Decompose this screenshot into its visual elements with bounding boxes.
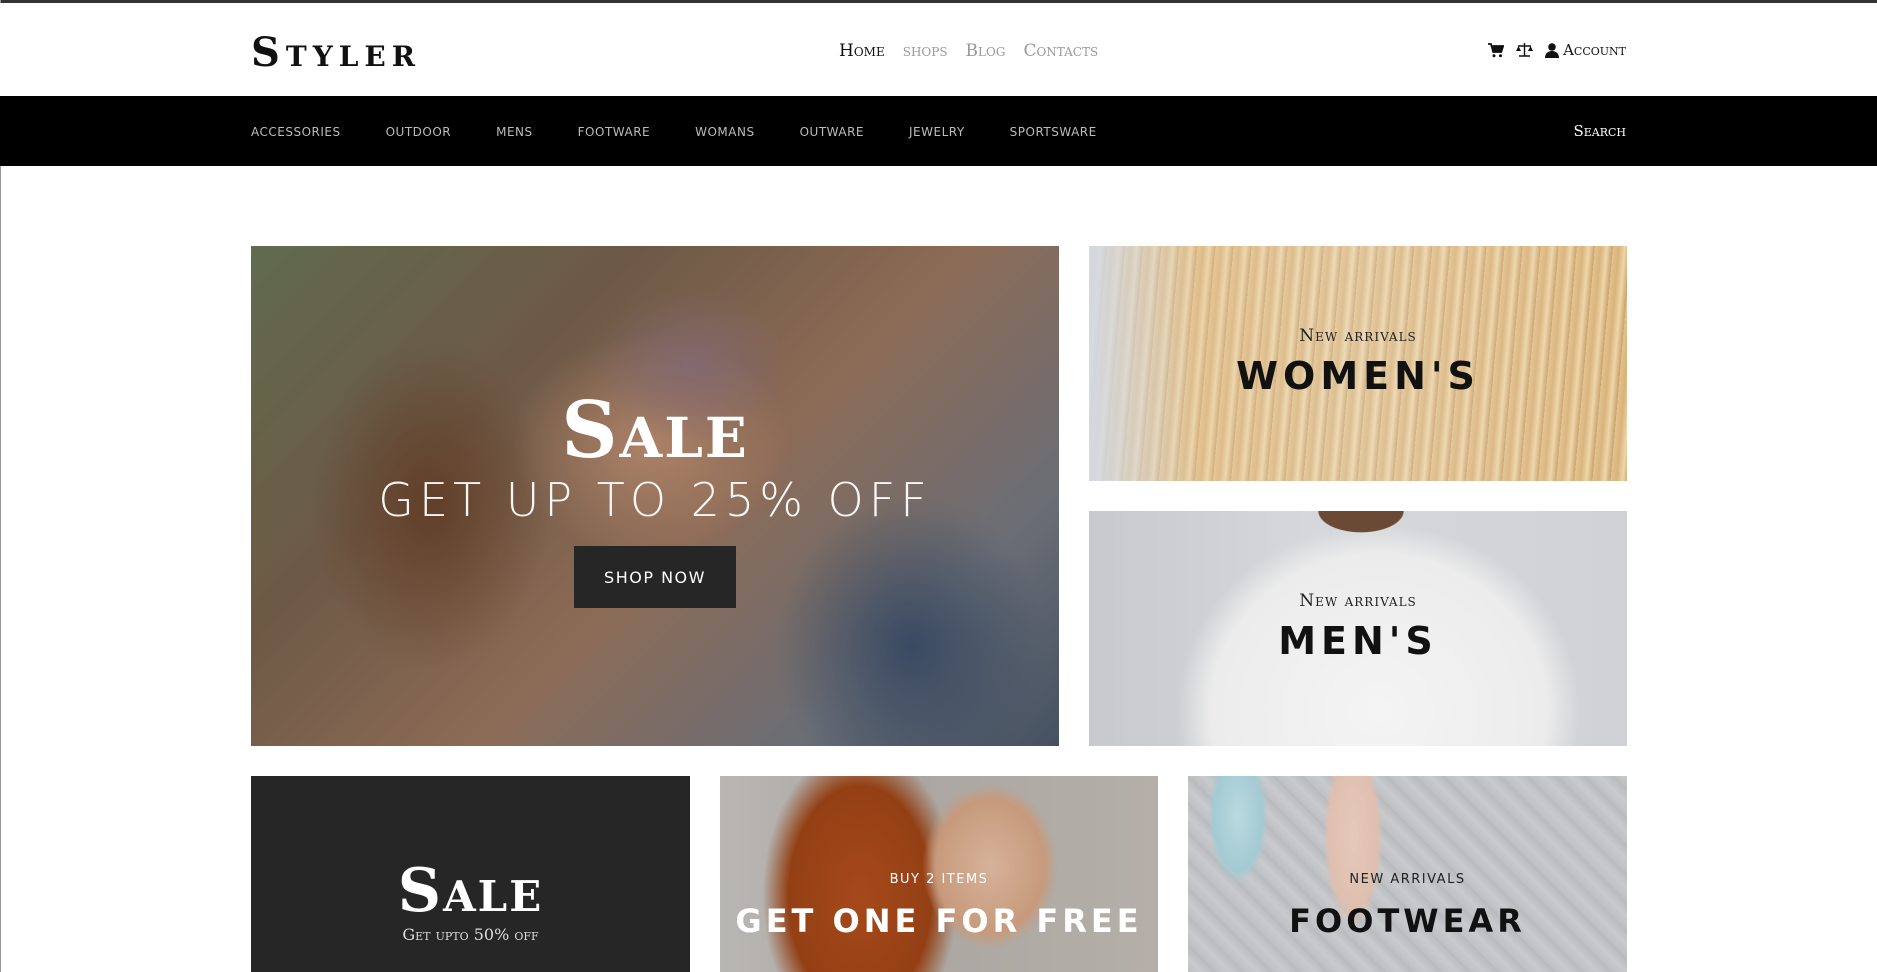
search-link[interactable]: Search (1573, 122, 1626, 140)
hero-subtitle: GET UP TO 25% OFF (378, 473, 932, 527)
nav-contacts[interactable]: Contacts (1023, 41, 1098, 61)
promo-womens[interactable]: New arrivals WOMEN'S (1089, 246, 1627, 481)
category-nav: accessories outdoor mens footware womans… (0, 96, 1877, 166)
category-accessories[interactable]: accessories (251, 125, 341, 139)
promo-sale[interactable]: Sale Get upto 50% off (251, 776, 690, 972)
promo-mens[interactable]: New arrivals MEN'S (1089, 511, 1627, 746)
promo-womens-label: New arrivals (1299, 326, 1417, 346)
nav-blog[interactable]: Blog (966, 41, 1006, 61)
promo-footwear-title: FOOTWEAR (1289, 902, 1526, 940)
category-jewelry[interactable]: jewelry (909, 125, 965, 139)
promo-mens-title: MEN'S (1278, 619, 1438, 663)
promo-buy-two-label: BUY 2 ITEMS (889, 872, 989, 887)
promo-footwear[interactable]: NEW ARRIVALS FOOTWEAR (1188, 776, 1627, 972)
category-outware[interactable]: outware (800, 125, 864, 139)
category-mens[interactable]: mens (496, 125, 533, 139)
brand-logo[interactable]: Styler (251, 29, 421, 77)
user-icon (1545, 42, 1560, 58)
cart-icon[interactable] (1488, 42, 1505, 58)
header-utilities: Account (1488, 41, 1626, 59)
category-sportsware[interactable]: sportsware (1010, 125, 1097, 139)
shop-now-button[interactable]: SHOP NOW (574, 546, 736, 608)
category-list: accessories outdoor mens footware womans… (251, 125, 1142, 139)
category-outdoor[interactable]: outdoor (386, 125, 452, 139)
category-footware[interactable]: footware (578, 125, 650, 139)
promo-footwear-label: NEW ARRIVALS (1349, 872, 1466, 887)
hero-title: Sale (561, 385, 749, 476)
category-womans[interactable]: womans (695, 125, 754, 139)
promo-womens-title: WOMEN'S (1236, 354, 1480, 398)
promo-mens-label: New arrivals (1299, 591, 1417, 611)
promo-sale-title: Sale (397, 856, 544, 926)
nav-home[interactable]: Home (839, 41, 885, 61)
main-nav: Home shops Blog Contacts (839, 41, 1098, 61)
promo-sale-subtitle: Get upto 50% off (402, 925, 539, 944)
account-link[interactable]: Account (1545, 41, 1626, 59)
balance-scale-icon[interactable] (1516, 43, 1534, 57)
site-header: Styler Home shops Blog Contacts Account (0, 3, 1877, 96)
promo-buy-two-title: GET ONE FOR FREE (735, 902, 1143, 940)
hero-banner[interactable]: Sale GET UP TO 25% OFF SHOP NOW (251, 246, 1059, 746)
account-label: Account (1563, 41, 1626, 59)
nav-shops[interactable]: shops (903, 41, 948, 61)
promo-buy-two[interactable]: BUY 2 ITEMS GET ONE FOR FREE (720, 776, 1158, 972)
